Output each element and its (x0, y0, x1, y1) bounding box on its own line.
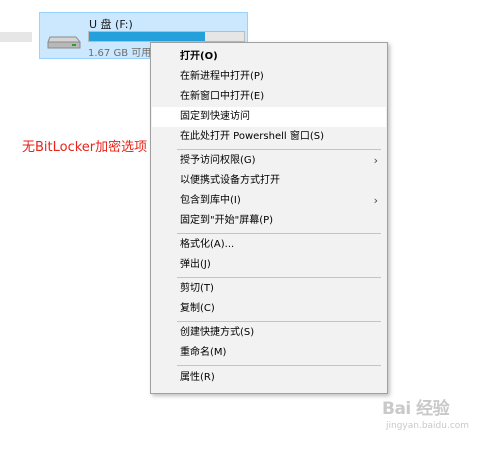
menu-item-include-library[interactable]: 包含到库中(I) › (152, 191, 386, 211)
submenu-arrow-icon: › (373, 154, 378, 167)
menu-item-label: 授予访问权限(G) (180, 155, 256, 166)
menu-item-pin-start[interactable]: 固定到"开始"屏幕(P) (152, 211, 386, 231)
watermark-logo: Bai 经验 (382, 399, 450, 419)
context-menu: 打开(O) 在新进程中打开(P) 在新窗口中打开(E) 固定到快速访问 在此处打… (150, 42, 388, 394)
menu-item-label: 包含到库中(I) (180, 195, 241, 206)
adjacent-drive-tile[interactable] (0, 32, 32, 42)
baidu-jingyan-watermark: Bai 经验 jingyan.baidu.com (382, 394, 492, 438)
drive-name: U 盘 (F:) (89, 18, 133, 31)
menu-item-cut[interactable]: 剪切(T) (152, 279, 386, 299)
menu-item-properties[interactable]: 属性(R) (152, 368, 386, 388)
submenu-arrow-icon: › (373, 194, 378, 207)
drive-usage-fill (89, 32, 206, 41)
drive-free-space: 1.67 GB 可用 (88, 48, 152, 59)
usb-drive-icon (46, 31, 82, 51)
menu-item-pin-quick-access[interactable]: 固定到快速访问 (152, 107, 386, 127)
menu-item-open[interactable]: 打开(O) (152, 47, 386, 67)
menu-item-open-powershell[interactable]: 在此处打开 Powershell 窗口(S) (152, 127, 386, 147)
menu-item-create-shortcut[interactable]: 创建快捷方式(S) (152, 323, 386, 343)
menu-item-format[interactable]: 格式化(A)... (152, 235, 386, 255)
menu-separator (177, 149, 381, 150)
menu-item-open-new-window[interactable]: 在新窗口中打开(E) (152, 87, 386, 107)
menu-item-eject[interactable]: 弹出(J) (152, 255, 386, 275)
annotation-text: 无BitLocker加密选项 (22, 140, 148, 155)
menu-item-copy[interactable]: 复制(C) (152, 299, 386, 319)
menu-item-open-new-process[interactable]: 在新进程中打开(P) (152, 67, 386, 87)
drive-usage-bar (88, 31, 245, 42)
menu-item-rename[interactable]: 重命名(M) (152, 343, 386, 363)
menu-separator (177, 365, 381, 366)
menu-separator (177, 233, 381, 234)
menu-item-open-portable[interactable]: 以便携式设备方式打开 (152, 171, 386, 191)
menu-item-give-access[interactable]: 授予访问权限(G) › (152, 151, 386, 171)
menu-separator (177, 321, 381, 322)
menu-separator (177, 277, 381, 278)
watermark-url: jingyan.baidu.com (386, 421, 470, 431)
